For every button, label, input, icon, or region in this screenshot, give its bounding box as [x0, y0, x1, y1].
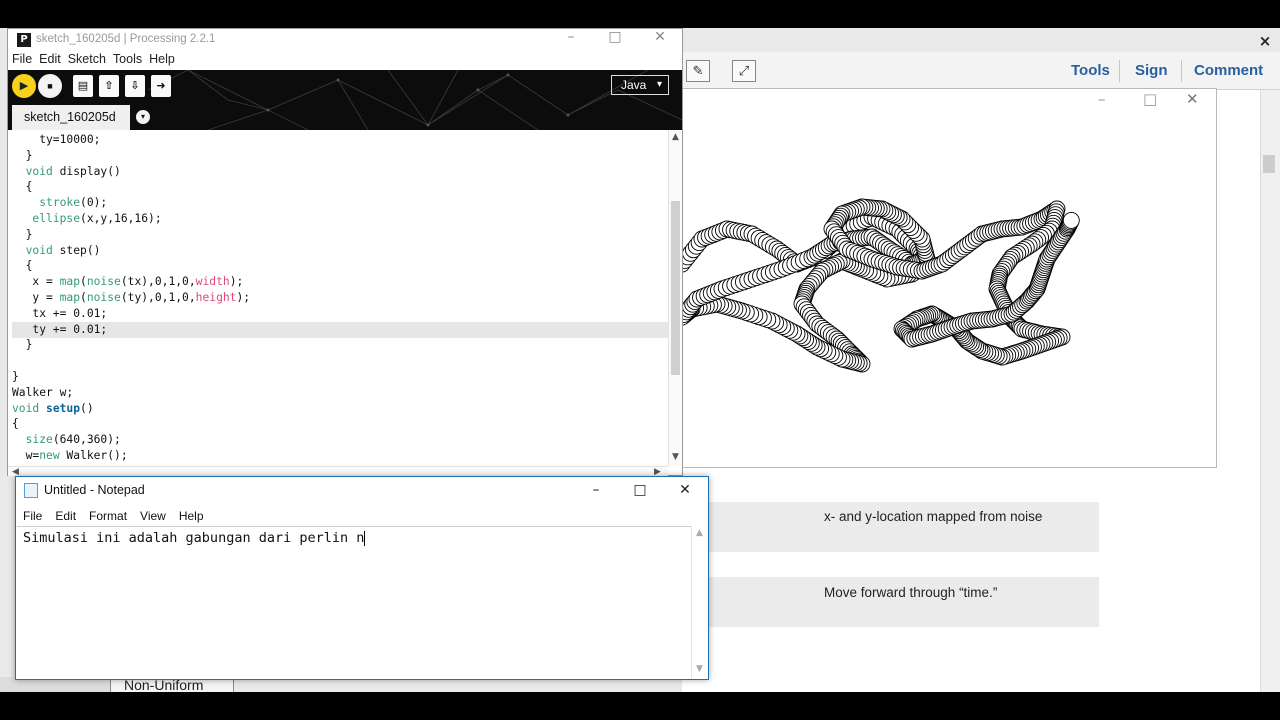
notepad-scrollbar[interactable]: ▲ ▼: [691, 526, 708, 678]
scroll-up-icon[interactable]: ▲: [696, 528, 703, 538]
code-line[interactable]: }: [12, 369, 668, 385]
code-line[interactable]: ty=10000;: [12, 132, 668, 148]
ide-titlebar: P sketch_160205d | Processing 2.2.1 – □ …: [8, 29, 682, 51]
sketch-canvas: [682, 198, 1080, 373]
notepad-text: Simulasi ini adalah gabungan dari perlin…: [23, 530, 366, 546]
notepad-window: Untitled - Notepad – □ ✕ File Edit Format V…: [15, 476, 709, 680]
code-line[interactable]: size(640,360);: [12, 432, 668, 448]
menu-help[interactable]: Help: [179, 507, 204, 525]
editor-scroll-thumb[interactable]: [671, 201, 680, 375]
pdf-scrollbar[interactable]: [1260, 90, 1280, 692]
highlighter-icon[interactable]: ✎: [686, 60, 710, 82]
export-icon[interactable]: ➜: [151, 75, 171, 97]
code-line[interactable]: {: [12, 258, 668, 274]
code-line[interactable]: {: [12, 416, 668, 432]
run-button[interactable]: ▶: [12, 74, 36, 98]
code-line[interactable]: {: [12, 179, 668, 195]
menu-sketch[interactable]: Sketch: [68, 51, 106, 67]
code-line[interactable]: tx += 0.01;: [12, 306, 668, 322]
editor-horizontal-scrollbar[interactable]: ◀ ▶: [8, 466, 668, 477]
notepad-menubar: File Edit Format View Help: [16, 507, 708, 525]
expand-icon[interactable]: ⤢: [732, 60, 756, 82]
window-title: Untitled - Notepad: [44, 483, 145, 497]
code-editor[interactable]: ty=10000; } void display() { stroke(0); …: [8, 130, 668, 466]
mode-label: Java: [621, 78, 647, 92]
annotation-noise: x- and y-location mapped from noise: [824, 509, 1043, 524]
code-line[interactable]: [12, 353, 668, 369]
menu-edit[interactable]: Edit: [39, 51, 61, 67]
notepad-content: Simulasi ini adalah gabungan dari perlin…: [23, 530, 365, 546]
pdf-scroll-thumb[interactable]: [1263, 155, 1275, 173]
code-line[interactable]: void step(): [12, 243, 668, 259]
code-line[interactable]: }: [12, 148, 668, 164]
pdf-close-icon[interactable]: ×: [1256, 32, 1274, 50]
minimize-icon[interactable]: –: [556, 29, 586, 45]
notepad-text-area[interactable]: Simulasi ini adalah gabungan dari perlin…: [17, 526, 691, 678]
code-line[interactable]: stroke(0);: [12, 195, 668, 211]
maximize-icon[interactable]: □: [600, 29, 630, 45]
close-icon[interactable]: ✕: [670, 482, 700, 498]
code-line[interactable]: void display(): [12, 164, 668, 180]
text-caret: [364, 530, 366, 546]
menu-file[interactable]: File: [23, 507, 42, 525]
processing-ide-window: P sketch_160205d | Processing 2.2.1 – □ …: [7, 28, 683, 477]
walker-ellipse: [1062, 211, 1080, 229]
new-icon[interactable]: ▤: [73, 75, 93, 97]
menu-file[interactable]: File: [12, 51, 32, 67]
tab-menu-icon[interactable]: ▾: [136, 110, 150, 124]
code-line[interactable]: x = map(noise(tx),0,1,0,width);: [12, 274, 668, 290]
maximize-icon[interactable]: □: [625, 482, 655, 498]
notepad-icon: [24, 483, 38, 498]
code-line[interactable]: }: [12, 227, 668, 243]
minimize-icon[interactable]: –: [581, 482, 611, 498]
open-icon[interactable]: ⇧: [99, 75, 119, 97]
close-icon[interactable]: ✕: [645, 29, 675, 45]
processing-logo-icon: P: [17, 33, 31, 47]
chevron-down-icon: ▾: [656, 79, 662, 90]
scroll-down-icon[interactable]: ▼: [672, 452, 679, 462]
menu-help[interactable]: Help: [149, 51, 175, 67]
code-line[interactable]: void setup(): [12, 401, 668, 417]
sketch-output-window: – □ ✕: [682, 88, 1217, 468]
toolbar-divider: [1119, 60, 1120, 82]
code-line[interactable]: y = map(noise(ty),0,1,0,height);: [12, 290, 668, 306]
ide-toolbar: ▶ ■ ▤ ⇧ ⇩ ➜ Java ▾ sketch_160205d ▾: [8, 70, 682, 130]
code-line[interactable]: Walker w;: [12, 385, 668, 401]
ide-menubar: File Edit Sketch Tools Help: [8, 51, 682, 70]
pdf-toolbar: ✎ ⤢ Tools Sign Comment: [682, 52, 1280, 90]
toolbar-divider: [1181, 60, 1182, 82]
bottom-black-bar: [0, 692, 1280, 720]
code-line[interactable]: }: [12, 337, 668, 353]
sign-tab[interactable]: Sign: [1135, 62, 1168, 79]
sketch-tab[interactable]: sketch_160205d: [12, 105, 130, 130]
tools-tab[interactable]: Tools: [1071, 62, 1110, 79]
window-title: sketch_160205d | Processing 2.2.1: [36, 33, 216, 45]
menu-view[interactable]: View: [140, 507, 166, 525]
save-icon[interactable]: ⇩: [125, 75, 145, 97]
code-line[interactable]: ellipse(x,y,16,16);: [12, 211, 668, 227]
menu-edit[interactable]: Edit: [55, 507, 76, 525]
stop-button[interactable]: ■: [38, 74, 62, 98]
annotation-time: Move forward through “time.”: [824, 585, 998, 600]
menu-tools[interactable]: Tools: [113, 51, 142, 67]
mode-selector[interactable]: Java ▾: [611, 75, 669, 95]
scroll-up-icon[interactable]: ▲: [672, 132, 679, 142]
code-line[interactable]: w=new Walker();: [12, 448, 668, 464]
code-line[interactable]: ty += 0.01;: [12, 321, 668, 338]
scroll-down-icon[interactable]: ▼: [696, 664, 703, 674]
comment-tab[interactable]: Comment: [1194, 62, 1263, 79]
menu-format[interactable]: Format: [89, 507, 127, 525]
